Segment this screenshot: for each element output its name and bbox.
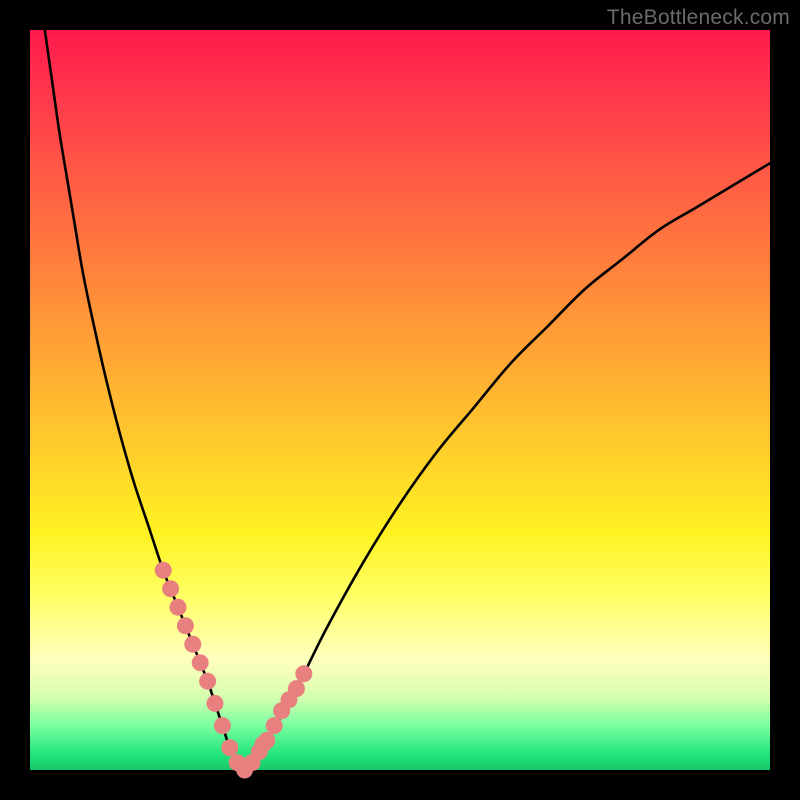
curve-marker	[170, 599, 187, 616]
curve-marker	[214, 717, 231, 734]
watermark-text: TheBottleneck.com	[607, 6, 790, 30]
curve-marker	[192, 654, 209, 671]
chart-svg	[30, 30, 770, 770]
bottleneck-curve	[45, 30, 770, 770]
curve-marker	[258, 732, 275, 749]
curve-marker	[295, 665, 312, 682]
curve-marker	[266, 717, 283, 734]
curve-markers	[155, 562, 313, 779]
curve-marker	[207, 695, 224, 712]
chart-frame: TheBottleneck.com	[0, 0, 800, 800]
curve-marker	[155, 562, 172, 579]
curve-marker	[199, 673, 216, 690]
curve-marker	[184, 636, 201, 653]
curve-marker	[162, 580, 179, 597]
curve-marker	[221, 739, 238, 756]
curve-marker	[177, 617, 194, 634]
curve-marker	[288, 680, 305, 697]
